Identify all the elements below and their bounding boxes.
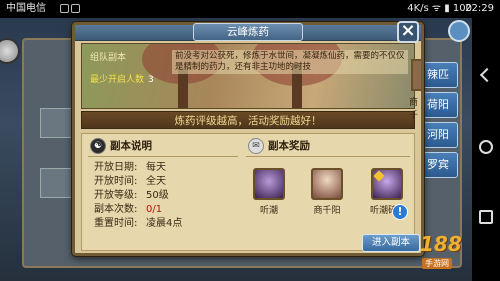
info-value: 50级 — [146, 190, 169, 201]
info-key: 开放时间: — [94, 176, 138, 187]
clock: 22:29 — [465, 3, 494, 14]
background-card — [40, 108, 76, 138]
alert-badge[interactable]: ! — [392, 204, 408, 220]
side-tab[interactable]: 辣匹 — [418, 62, 458, 88]
info-row-reset-time: 重置时间: 凌晨4点 — [94, 218, 182, 230]
recent-apps-icon[interactable] — [479, 210, 493, 224]
background-card — [40, 168, 76, 198]
watermark-sub: 手游网 — [422, 258, 452, 269]
info-row-open-time: 开放时间: 全天 — [94, 176, 166, 188]
reward-name: 商千阳 — [313, 206, 341, 216]
info-value: 全天 — [146, 176, 166, 187]
info-icon: ☯ — [90, 138, 106, 154]
reward-item-partial[interactable] — [411, 59, 421, 91]
reward-item[interactable]: 听潮 — [252, 168, 286, 216]
dungeon-details: ☯ 副本说明 ✉ 副本奖励 开放日期: 每天 开放时间: 全天 开放等级: 50级 副… — [81, 133, 420, 252]
team-dungeon-label: 组队副本 — [90, 53, 127, 63]
info-value: 凌晨4点 — [146, 218, 183, 229]
avatar[interactable] — [0, 38, 20, 64]
min-players: 最少开启人数 3 — [90, 72, 154, 85]
info-key: 重置时间: — [94, 218, 138, 229]
info-row-attempts: 副本次数: 0/1 — [94, 204, 162, 216]
info-heading-text: 副本说明 — [110, 140, 152, 152]
reward-name: 听潮 — [259, 206, 278, 216]
reward-shard-icon — [371, 168, 403, 200]
home-icon[interactable] — [479, 140, 493, 154]
divider — [246, 156, 410, 157]
reward-section-heading: ✉ 副本奖励 — [248, 138, 310, 154]
scroll-icon: ✉ — [248, 138, 264, 154]
side-tab[interactable]: 罗宾 — [418, 152, 458, 178]
dialog-title: 云峰炼药 — [193, 23, 303, 41]
site-watermark-logo: 188 手游网 — [418, 232, 472, 276]
back-icon[interactable] — [479, 67, 495, 83]
enter-dungeon-button[interactable]: 进入副本 — [362, 234, 420, 252]
carrier-label: 中国电信 — [6, 3, 46, 14]
app-notification-icon — [71, 4, 80, 13]
info-key: 开放日期: — [94, 162, 138, 173]
status-indicators: 4K/s ᯤ ▮ 100 — [407, 3, 472, 14]
dungeon-dialog: 云峰炼药 × 组队副本 最少开启人数 3 前没考对公获死，修炼于水世间，凝凝炼仙药… — [72, 21, 424, 256]
reward-item[interactable]: 商千阳 — [310, 168, 344, 216]
min-players-label: 最少开启人数 — [90, 75, 145, 85]
dungeon-banner: 组队副本 最少开启人数 3 前没考对公获死，修炼于水世间，凝凝炼仙药，需要的不仅仅… — [81, 43, 415, 109]
banner-tree — [178, 68, 188, 108]
reward-heading-text: 副本奖励 — [268, 140, 310, 152]
info-row-open-date: 开放日期: 每天 — [94, 162, 166, 174]
reward-portrait-icon — [311, 168, 343, 200]
info-section-heading: ☯ 副本说明 — [90, 138, 152, 154]
info-key: 副本次数: — [94, 204, 138, 215]
app-notification-icon — [60, 4, 69, 13]
system-nav-bar — [472, 18, 500, 281]
close-icon: × — [400, 20, 416, 41]
info-key: 开放等级: — [94, 190, 138, 201]
shard-mark-icon — [373, 170, 385, 182]
info-value: 0/1 — [146, 204, 163, 215]
background-round-button[interactable] — [448, 20, 470, 42]
side-tab[interactable]: 河阳 — [418, 122, 458, 148]
reward-name: 商千 — [409, 98, 419, 121]
status-bar: 中国电信 4K/s ᯤ ▮ 100 22:29 — [0, 0, 500, 18]
min-players-value: 3 — [148, 75, 154, 85]
dungeon-description: 前没考对公获死，修炼于水世间，凝凝炼仙药，需要的不仅仅是精制的药力，还有非主功地… — [172, 50, 408, 74]
network-speed: 4K/s — [407, 3, 429, 14]
divider — [88, 156, 238, 157]
reward-portrait-icon — [253, 168, 285, 200]
promo-banner: 炼药评级越高，活动奖励越好！ — [81, 111, 415, 129]
side-tab[interactable]: 荷阳 — [418, 92, 458, 118]
watermark-number: 188 — [420, 232, 462, 256]
info-value: 每天 — [146, 162, 166, 173]
info-row-open-level: 开放等级: 50级 — [94, 190, 169, 202]
close-button[interactable]: × — [397, 21, 419, 43]
